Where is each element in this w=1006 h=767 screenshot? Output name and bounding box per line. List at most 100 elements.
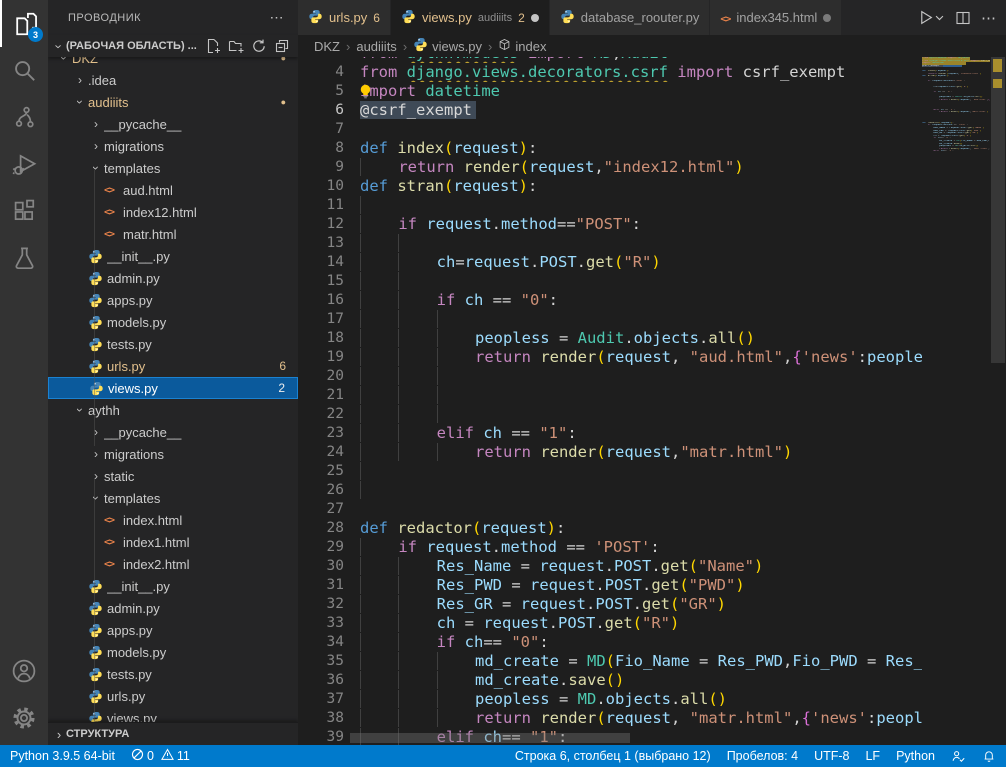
line-number[interactable]: 7 <box>298 120 344 139</box>
code-line[interactable]: 38 return render(request, "matr.html",{'… <box>298 709 922 728</box>
feedback-icon[interactable] <box>951 749 966 764</box>
tree-item[interactable]: urls.py6 <box>48 355 298 377</box>
code-line[interactable]: 10def stran(request): <box>298 177 922 196</box>
tree-item[interactable]: tests.py <box>48 333 298 355</box>
line-number[interactable]: 15 <box>298 272 344 291</box>
vertical-scrollbar[interactable] <box>990 57 1006 745</box>
tree-item[interactable]: ›templates <box>48 157 298 179</box>
code-line[interactable]: 19 return render(request, "aud.html",{'n… <box>298 348 922 367</box>
code-line[interactable]: 16 if ch == "0": <box>298 291 922 310</box>
horizontal-scrollbar[interactable] <box>350 733 630 743</box>
code-line[interactable]: 13 <box>298 234 922 253</box>
line-number[interactable]: 35 <box>298 652 344 671</box>
code-line[interactable]: 17 <box>298 310 922 329</box>
line-number[interactable]: 22 <box>298 405 344 424</box>
line-number[interactable]: 23 <box>298 424 344 443</box>
code-editor[interactable]: 3from aythh.models import MD,Audit4from … <box>298 57 1006 745</box>
code-line[interactable]: 23 elif ch == "1": <box>298 424 922 443</box>
tree-item[interactable]: ›aythh <box>48 399 298 421</box>
tree-item[interactable]: views.py2 <box>48 377 298 399</box>
code-line[interactable]: 27 <box>298 500 922 519</box>
code-line[interactable]: 14 ch=request.POST.get("R") <box>298 253 922 272</box>
collapse-folders-button[interactable] <box>274 38 290 54</box>
code-line[interactable]: 20 <box>298 367 922 386</box>
line-number[interactable]: 29 <box>298 538 344 557</box>
line-number[interactable]: 14 <box>298 253 344 272</box>
code-line[interactable]: 29 if request.method == 'POST': <box>298 538 922 557</box>
line-number[interactable]: 30 <box>298 557 344 576</box>
code-line[interactable]: 5import datetime <box>298 82 922 101</box>
tree-item[interactable]: <>aud.html <box>48 179 298 201</box>
line-number[interactable]: 28 <box>298 519 344 538</box>
split-editor-button[interactable] <box>955 10 971 26</box>
line-number[interactable]: 9 <box>298 158 344 177</box>
testing-view-button[interactable] <box>0 235 48 282</box>
new-file-button[interactable] <box>205 38 221 54</box>
code-line[interactable]: 6@csrf_exempt <box>298 101 922 120</box>
new-folder-button[interactable] <box>228 38 244 54</box>
minimap[interactable]: from aythh.models import MD,Auditfrom dj… <box>922 57 990 745</box>
line-number[interactable]: 26 <box>298 481 344 500</box>
line-number[interactable]: 13 <box>298 234 344 253</box>
line-number[interactable]: 17 <box>298 310 344 329</box>
source-control-view-button[interactable] <box>0 94 48 141</box>
tree-item[interactable]: <>index12.html <box>48 201 298 223</box>
code-line[interactable]: 35 md_create = MD(Fio_Name = Res_PWD,Fio… <box>298 652 922 671</box>
line-number[interactable]: 25 <box>298 462 344 481</box>
lightbulb-icon[interactable] <box>358 84 373 104</box>
breadcrumb-item[interactable]: audiiits <box>356 39 396 54</box>
code-line[interactable]: 15 <box>298 272 922 291</box>
line-number[interactable]: 5 <box>298 82 344 101</box>
code-line[interactable]: 36 md_create.save() <box>298 671 922 690</box>
code-line[interactable]: 24 return render(request,"matr.html") <box>298 443 922 462</box>
editor-tab[interactable]: urls.py6 <box>298 0 391 35</box>
file-tree[interactable]: ›DKZ●›.idea›audiiits●›__pycache__›migrat… <box>48 57 298 722</box>
code-line[interactable]: 21 <box>298 386 922 405</box>
run-debug-view-button[interactable] <box>0 141 48 188</box>
code-line[interactable]: 26 <box>298 481 922 500</box>
code-line[interactable]: 7 <box>298 120 922 139</box>
tree-item[interactable]: models.py <box>48 641 298 663</box>
code-line[interactable]: 8def index(request): <box>298 139 922 158</box>
outline-section-header[interactable]: › СТРУКТУРА <box>48 722 298 745</box>
code-line[interactable]: 33 ch = request.POST.get("R") <box>298 614 922 633</box>
line-number[interactable]: 6 <box>298 101 344 120</box>
code-line[interactable]: 11 <box>298 196 922 215</box>
tree-item[interactable]: views.py <box>48 707 298 722</box>
line-number[interactable]: 18 <box>298 329 344 348</box>
more-actions-button[interactable]: ⋯ <box>981 9 996 27</box>
line-number[interactable]: 10 <box>298 177 344 196</box>
code-line[interactable]: 32 Res_GR = request.POST.get("GR") <box>298 595 922 614</box>
line-number[interactable]: 33 <box>298 614 344 633</box>
tree-item[interactable]: urls.py <box>48 685 298 707</box>
line-number[interactable]: 39 <box>298 728 344 745</box>
line-number[interactable]: 34 <box>298 633 344 652</box>
line-number[interactable]: 12 <box>298 215 344 234</box>
tree-item[interactable]: apps.py <box>48 289 298 311</box>
run-python-file-button[interactable] <box>917 9 945 26</box>
code-line[interactable]: 25 <box>298 462 922 481</box>
notifications-bell-icon[interactable] <box>982 749 996 763</box>
editor-tab[interactable]: <>index345.html <box>710 0 842 35</box>
breadcrumb-item[interactable]: views.py <box>413 37 482 55</box>
line-number[interactable]: 16 <box>298 291 344 310</box>
line-number[interactable]: 32 <box>298 595 344 614</box>
editor-tab[interactable]: database_roouter.py <box>550 0 711 35</box>
views-and-more-actions-button[interactable]: ⋯ <box>270 9 285 26</box>
code-line[interactable]: 34 if ch== "0": <box>298 633 922 652</box>
refresh-icon[interactable] <box>251 38 267 54</box>
tree-item[interactable]: apps.py <box>48 619 298 641</box>
tree-item[interactable]: __init__.py <box>48 575 298 597</box>
breadcrumb-item[interactable]: index <box>498 38 546 54</box>
settings-button[interactable] <box>0 694 48 741</box>
code-line[interactable]: 12 if request.method=="POST": <box>298 215 922 234</box>
tree-item[interactable]: <>index1.html <box>48 531 298 553</box>
explorer-view-button[interactable]: 3 <box>0 0 48 47</box>
indentation-setting[interactable]: Пробелов: 4 <box>727 749 798 763</box>
editor-tab[interactable]: views.pyaudiiits2 <box>391 0 550 35</box>
line-number[interactable]: 38 <box>298 709 344 728</box>
tree-item[interactable]: ›static <box>48 465 298 487</box>
line-number[interactable]: 36 <box>298 671 344 690</box>
tree-item[interactable]: __init__.py <box>48 245 298 267</box>
tree-item[interactable]: ›templates <box>48 487 298 509</box>
